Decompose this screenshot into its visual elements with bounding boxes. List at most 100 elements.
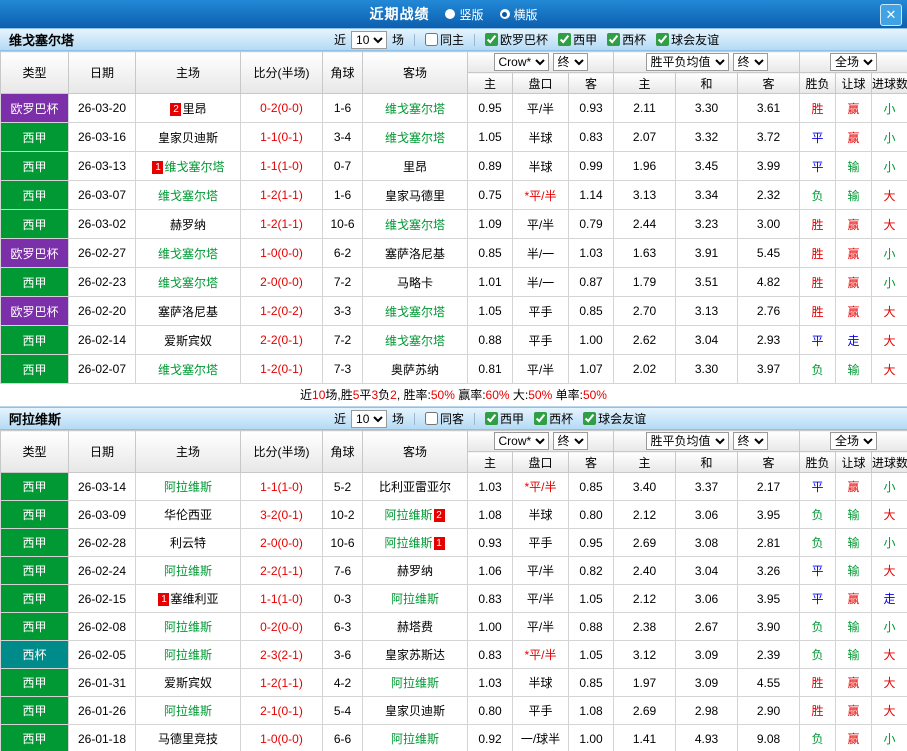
match-count-select[interactable]: 10 xyxy=(351,30,388,49)
eu-away-odds: 2.39 xyxy=(737,640,801,669)
separator xyxy=(474,412,476,425)
scope-select[interactable]: 全场 xyxy=(830,53,878,71)
corner-cell: 7-3 xyxy=(322,354,363,384)
corner-cell: 7-6 xyxy=(322,556,363,585)
eu-away-odds: 3.61 xyxy=(737,93,801,123)
league-filter[interactable]: 欧罗巴杯 xyxy=(485,31,548,48)
same-venue-checkbox[interactable] xyxy=(425,33,439,46)
col-header-score: 比分(半场) xyxy=(240,51,323,94)
date-cell: 26-03-02 xyxy=(68,209,136,239)
match-row: 欧罗巴杯 26-03-20 2 里昂 0-2(0-0) 1-6 维戈塞尔塔 0.95 平/半 0.… xyxy=(0,93,907,123)
result-goals: 小 xyxy=(871,267,907,297)
team-name: 维戈塞尔塔 xyxy=(164,159,225,174)
league-filter[interactable]: 西杯 xyxy=(607,31,646,48)
eu-home-odds: 2.69 xyxy=(613,528,677,557)
league-checkbox[interactable] xyxy=(534,412,548,425)
away-team-cell: 维戈塞尔塔 xyxy=(362,93,468,123)
league-filter[interactable]: 西甲 xyxy=(558,31,597,48)
same-venue-label: 同客 xyxy=(440,412,465,426)
scope-select[interactable]: 全场 xyxy=(830,432,878,450)
score-cell: 1-2(1-1) xyxy=(240,668,323,697)
layout-radio-vertical[interactable]: 竖版 xyxy=(445,6,484,23)
league-checkbox[interactable] xyxy=(485,412,499,425)
league-checkbox[interactable] xyxy=(656,33,670,46)
away-team-cell: 塞萨洛尼基 xyxy=(362,238,468,268)
result-handicap: 输 xyxy=(835,180,873,210)
eu-away-odds: 4.82 xyxy=(737,267,801,297)
score-cell: 1-1(1-0) xyxy=(240,584,323,613)
type-cell: 欧罗巴杯 xyxy=(0,93,69,123)
corner-cell: 7-2 xyxy=(322,325,363,355)
type-cell: 西甲 xyxy=(0,472,69,501)
home-team-cell: 阿拉维斯 xyxy=(135,556,241,585)
league-checkbox[interactable] xyxy=(485,33,499,46)
score-cell: 2-2(0-1) xyxy=(240,325,323,355)
away-team-cell: 阿拉维斯 1 xyxy=(362,528,468,557)
eu-home-odds: 1.97 xyxy=(613,668,677,697)
result-handicap: 赢 xyxy=(835,668,873,697)
ah-home-odds: 0.89 xyxy=(467,151,513,181)
match-count-select[interactable]: 10 xyxy=(351,409,388,428)
match-row: 西甲 26-01-26 阿拉维斯 2-1(0-1) 5-4 皇家贝迪斯 0.80 平手 1.08… xyxy=(0,696,907,725)
date-cell: 26-02-24 xyxy=(68,556,136,585)
home-team-cell: 利云特 xyxy=(135,528,241,557)
result-handicap: 赢 xyxy=(835,724,873,751)
eu-home-odds: 2.44 xyxy=(613,209,677,239)
eu-away-odds: 3.00 xyxy=(737,209,801,239)
team-name: 利云特 xyxy=(169,536,206,550)
odds-company-select[interactable]: Crow* xyxy=(493,53,549,71)
corner-cell: 6-2 xyxy=(322,238,363,268)
team-name: 爱斯宾奴 xyxy=(163,676,212,690)
layout-radio-horizontal[interactable]: 横版 xyxy=(499,6,538,23)
summary-segment: 场,胜 xyxy=(325,388,353,402)
score-cell: 2-2(1-1) xyxy=(240,556,323,585)
odds-company-select[interactable]: Crow* xyxy=(493,432,549,450)
team-name: 维戈塞尔塔 xyxy=(384,101,445,116)
result-scope-header: 全场 xyxy=(799,430,907,452)
date-cell: 26-03-16 xyxy=(68,122,136,152)
odds-time-select[interactable]: 终 xyxy=(552,53,588,71)
result-wdl: 胜 xyxy=(799,209,837,239)
col-header-ah-line: 盘口 xyxy=(512,451,569,473)
score-cell: 2-0(0-0) xyxy=(240,267,323,297)
eu-away-odds: 2.76 xyxy=(737,296,801,326)
odds-time-select[interactable]: 终 xyxy=(552,432,588,450)
score-cell: 3-2(0-1) xyxy=(240,500,323,529)
same-venue-checkbox[interactable] xyxy=(425,412,439,425)
europe-time-select[interactable]: 终 xyxy=(732,432,768,450)
match-row: 西甲 26-01-31 爱斯宾奴 1-2(1-1) 4-2 阿拉维斯 1.03 半球 0.85 1… xyxy=(0,668,907,697)
away-team-cell: 皇家马德里 xyxy=(362,180,468,210)
result-handicap: 输 xyxy=(835,500,873,529)
ah-line: 平手 xyxy=(512,325,569,355)
close-button[interactable]: ✕ xyxy=(880,4,902,26)
team-name-heading: 阿拉维斯 xyxy=(9,412,62,427)
league-filter[interactable]: 球会友谊 xyxy=(583,410,646,427)
team-name: 维戈塞尔塔 xyxy=(157,246,218,261)
near-label: 近 xyxy=(334,33,347,47)
europe-time-select[interactable]: 终 xyxy=(732,53,768,71)
eu-away-odds: 9.08 xyxy=(737,724,801,751)
score-cell: 0-2(0-0) xyxy=(240,93,323,123)
league-filter[interactable]: 球会友谊 xyxy=(656,31,719,48)
league-checkbox[interactable] xyxy=(607,33,621,46)
away-team-cell: 维戈塞尔塔 xyxy=(362,296,468,326)
result-goals: 小 xyxy=(871,724,907,751)
type-cell: 西甲 xyxy=(0,584,69,613)
corner-cell: 3-3 xyxy=(322,296,363,326)
same-venue-filter[interactable]: 同客 xyxy=(425,410,464,427)
europe-odds-select[interactable]: 胜平负均值 xyxy=(645,432,729,450)
ah-line: *平/半 xyxy=(512,472,569,501)
eu-draw-odds: 3.04 xyxy=(675,325,739,355)
result-goals: 小 xyxy=(871,93,907,123)
league-checkbox[interactable] xyxy=(558,33,572,46)
corner-cell: 1-6 xyxy=(322,93,363,123)
eu-home-odds: 2.38 xyxy=(613,612,677,641)
same-venue-filter[interactable]: 同主 xyxy=(425,31,464,48)
league-filter[interactable]: 西甲 xyxy=(485,410,524,427)
league-checkbox[interactable] xyxy=(583,412,597,425)
score-cell: 2-1(0-1) xyxy=(240,696,323,725)
europe-odds-select[interactable]: 胜平负均值 xyxy=(645,53,729,71)
league-filter[interactable]: 西杯 xyxy=(534,410,573,427)
team-name: 比利亚雷亚尔 xyxy=(378,480,451,494)
date-cell: 26-02-20 xyxy=(68,296,136,326)
